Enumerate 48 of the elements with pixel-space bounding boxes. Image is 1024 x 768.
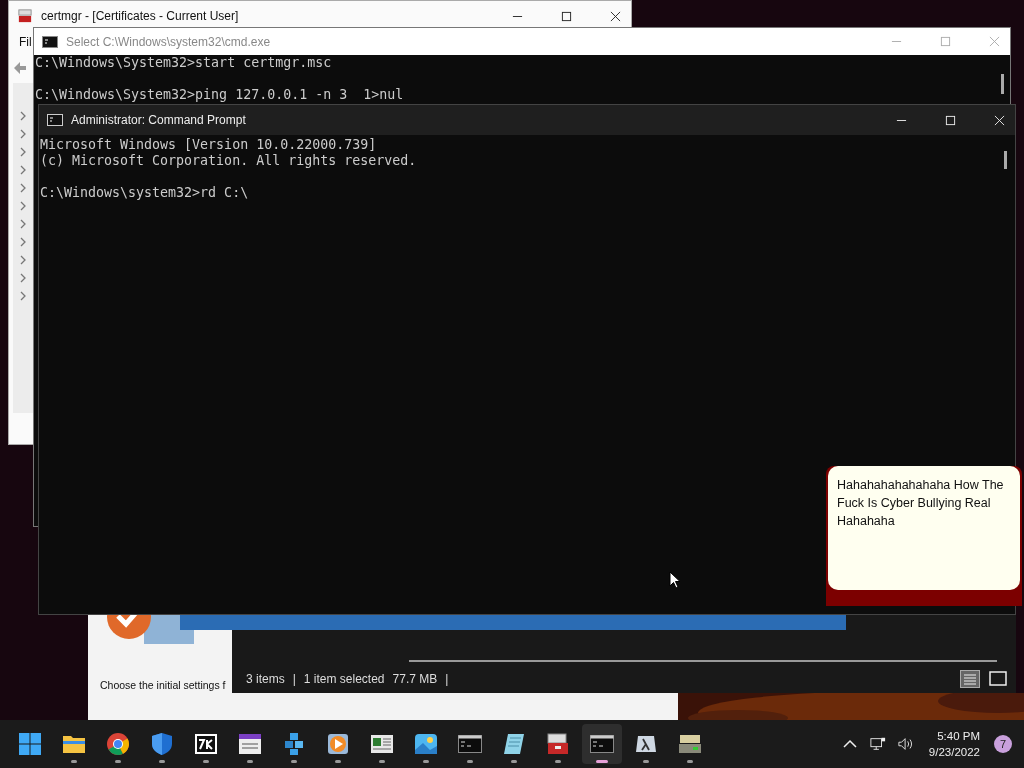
window-title: Select C:\Windows\system32\cmd.exe — [66, 34, 271, 49]
terminal-icon — [458, 732, 482, 756]
console-line: C:\Windows\System32>ping 127.0.0.1 -n 3 1>nul — [35, 87, 404, 103]
cubes-icon — [282, 732, 306, 756]
console-line: Microsoft Windows [Version 10.0.22000.739] — [40, 137, 377, 153]
clock-time: 5:40 PM — [937, 729, 980, 744]
back-arrow-icon[interactable] — [13, 61, 27, 75]
terminal-icon — [47, 113, 63, 127]
console-line: C:\Windows\System32>start certmgr.msc — [35, 55, 332, 71]
notification-badge[interactable]: 7 — [994, 735, 1012, 753]
toolbox-icon — [546, 732, 570, 756]
play-icon — [326, 732, 350, 756]
clock-date: 9/23/2022 — [928, 745, 980, 760]
shield-icon — [150, 732, 174, 756]
close-icon[interactable] — [610, 10, 621, 22]
scroll-bar[interactable] — [1004, 151, 1007, 169]
status-text: | — [445, 672, 449, 686]
speaker-icon[interactable] — [897, 736, 914, 752]
network-icon[interactable] — [869, 736, 886, 752]
scroll-bar[interactable] — [1001, 74, 1004, 94]
maximize-icon[interactable] — [561, 10, 572, 22]
details-view-icon[interactable] — [960, 670, 980, 688]
status-text: 3 items — [246, 672, 285, 686]
taskbar-button[interactable] — [582, 724, 622, 764]
toolbox-icon — [17, 9, 33, 23]
terminal-icon — [42, 34, 58, 49]
app-window-icon — [238, 732, 262, 756]
console-line: C:\Windows\system32>rd C:\ — [40, 185, 249, 201]
wheel-icon — [106, 732, 130, 756]
status-text: | — [292, 672, 296, 686]
terminal-icon — [590, 732, 614, 756]
window-title: Administrator: Command Prompt — [71, 113, 246, 127]
cursor-icon — [669, 571, 681, 589]
window-title: certmgr - [Certificates - Current User] — [41, 9, 239, 23]
setup-text: Choose the initial settings f — [100, 679, 226, 691]
photo-icon — [414, 732, 438, 756]
start-icon — [18, 732, 42, 756]
console-line: (c) Microsoft Corporation. All rights reserved. — [40, 153, 417, 169]
bubble-text: Hahahahahahahaha How The Fuck Is Cyber Bullying Real Hahahaha — [837, 477, 1005, 530]
notepad-icon — [502, 732, 526, 756]
status-text: 1 item selected — [303, 672, 385, 686]
scroll-bar[interactable] — [409, 660, 997, 662]
menu-item[interactable]: Fil — [19, 35, 32, 49]
archive-icon — [194, 732, 218, 756]
status-text: 77.7 MB — [392, 672, 438, 686]
drive-icon — [678, 732, 702, 756]
preview-view-icon[interactable] — [988, 670, 1008, 688]
document-icon — [370, 732, 394, 756]
